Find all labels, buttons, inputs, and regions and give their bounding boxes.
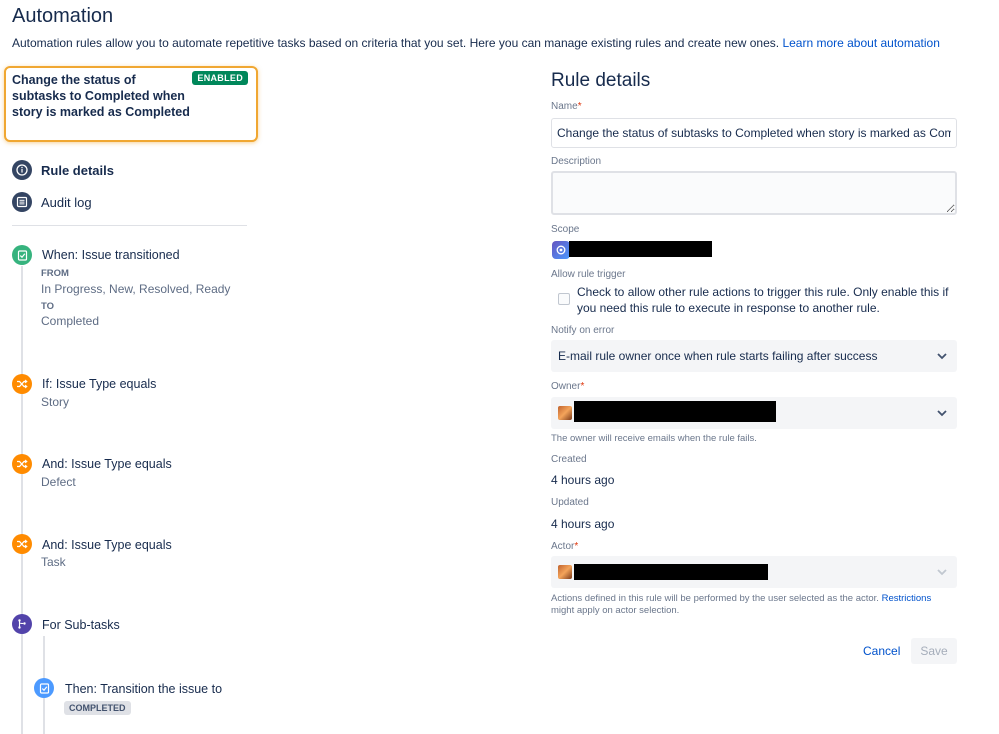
- condition-3-value: Task: [41, 555, 66, 569]
- avatar: [558, 565, 572, 579]
- trigger-to-value: Completed: [41, 314, 100, 328]
- branch-title[interactable]: For Sub-tasks: [42, 618, 120, 632]
- description-text: Automation rules allow you to automate r…: [12, 36, 780, 50]
- info-icon: [12, 160, 32, 180]
- name-label: Name*: [551, 101, 582, 112]
- trigger-to-label: TO: [41, 301, 55, 312]
- cancel-button[interactable]: Cancel: [856, 638, 907, 664]
- description-input[interactable]: [551, 171, 957, 215]
- trigger-from-label: FROM: [41, 268, 69, 279]
- allow-trigger-text: Check to allow other rule actions to tri…: [577, 285, 949, 315]
- name-input[interactable]: [551, 118, 957, 148]
- condition-1-title[interactable]: If: Issue Type equals: [42, 377, 156, 391]
- branch-icon: [12, 614, 32, 634]
- notify-label: Notify on error: [551, 325, 615, 336]
- rule-card[interactable]: Change the status of subtasks to Complet…: [4, 66, 258, 142]
- trigger-from-value: In Progress, New, Resolved, Ready: [41, 282, 231, 296]
- shuffle-icon: [12, 374, 32, 394]
- actor-redacted: [574, 564, 768, 580]
- condition-2-title[interactable]: And: Issue Type equals: [42, 457, 172, 471]
- save-button[interactable]: Save: [911, 638, 957, 664]
- learn-more-link[interactable]: Learn more about automation: [782, 36, 939, 50]
- nav-label-audit-log: Audit log: [41, 194, 92, 210]
- page-description: Automation rules allow you to automate r…: [12, 36, 940, 50]
- project-icon: [552, 241, 570, 259]
- nav-divider: [12, 225, 247, 226]
- description-label: Description: [551, 156, 602, 167]
- chevron-down-icon: [937, 569, 947, 576]
- rule-card-title: Change the status of subtasks to Complet…: [12, 73, 190, 119]
- condition-3-title[interactable]: And: Issue Type equals: [42, 538, 172, 552]
- allow-trigger-label: Allow rule trigger: [551, 269, 626, 280]
- chevron-down-icon: [937, 353, 947, 360]
- avatar: [558, 406, 572, 420]
- trigger-title[interactable]: When: Issue transitioned: [42, 248, 180, 262]
- page-title: Automation: [12, 5, 114, 27]
- nav-item-audit-log[interactable]: Audit log: [12, 192, 92, 212]
- restrictions-link[interactable]: Restrictions: [882, 593, 932, 604]
- owner-label: Owner*: [551, 381, 585, 392]
- created-value: 4 hours ago: [551, 473, 615, 487]
- chevron-down-icon: [937, 410, 947, 417]
- owner-helper: The owner will receive emails when the r…: [551, 433, 757, 444]
- notify-value: E-mail rule owner once when rule starts …: [558, 349, 878, 363]
- condition-2-value: Defect: [41, 475, 76, 489]
- allow-trigger-checkbox[interactable]: [558, 293, 570, 305]
- scope-label: Scope: [551, 224, 580, 235]
- nav-label-rule-details: Rule details: [41, 162, 114, 178]
- status-badge: ENABLED: [192, 71, 248, 85]
- timeline-line: [21, 266, 23, 734]
- actor-helper: Actions defined in this rule will be per…: [551, 593, 932, 616]
- updated-label: Updated: [551, 497, 589, 508]
- actor-label: Actor*: [551, 541, 579, 552]
- list-icon: [12, 192, 32, 212]
- action-icon: [34, 678, 54, 698]
- notify-select[interactable]: E-mail rule owner once when rule starts …: [551, 340, 957, 372]
- trigger-icon: [12, 245, 32, 265]
- action-title[interactable]: Then: Transition the issue to: [65, 682, 222, 696]
- condition-1-value: Story: [41, 395, 70, 409]
- shuffle-icon: [12, 534, 32, 554]
- status-lozenge: COMPLETED: [64, 701, 131, 715]
- created-label: Created: [551, 454, 587, 465]
- owner-redacted: [574, 401, 776, 422]
- shuffle-icon: [12, 454, 32, 474]
- scope-redacted: [569, 241, 712, 257]
- rule-details-heading: Rule details: [551, 70, 651, 91]
- updated-value: 4 hours ago: [551, 517, 615, 531]
- nav-item-rule-details[interactable]: Rule details: [12, 160, 114, 180]
